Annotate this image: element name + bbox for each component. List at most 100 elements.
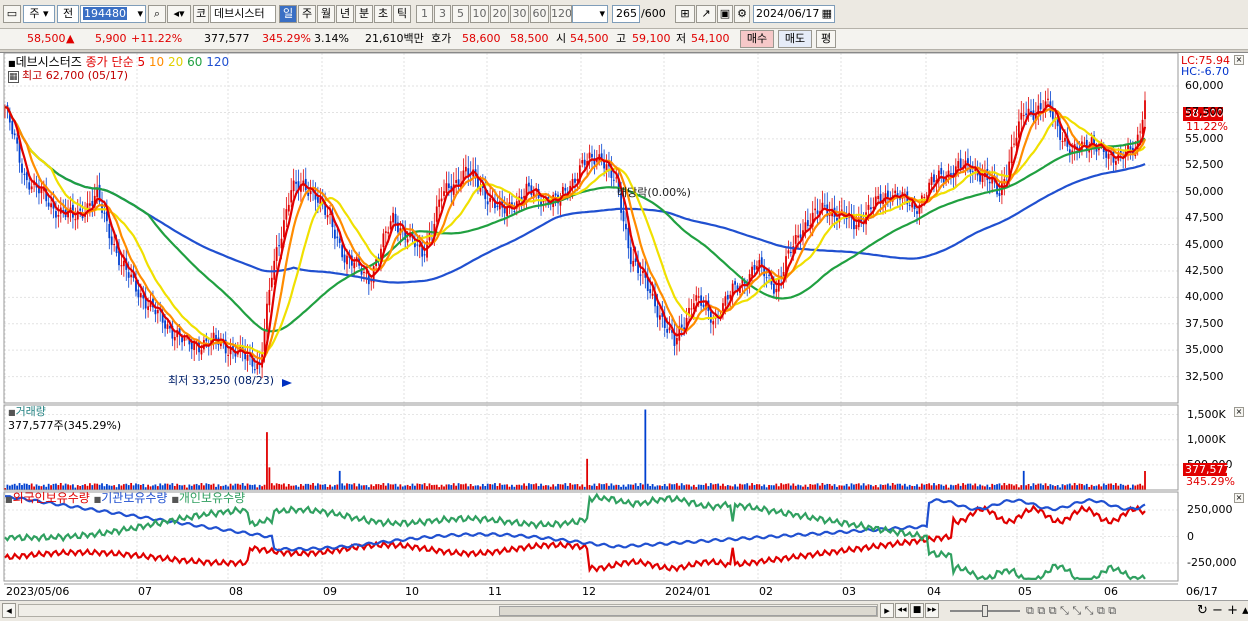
candle-body (916, 211, 918, 214)
volume-bar (840, 485, 843, 490)
interval-button[interactable]: 30 (510, 5, 529, 23)
bottom-toolbar: ◂ ▸ ◂◂ ■ ▸▸ ⧉ ⧉ ⧉ ⤡ ⤡ ⤡ ⧉ ⧉ ↻ − + ▴ (0, 600, 1248, 621)
candle-body (690, 308, 693, 310)
volume-bar (1098, 484, 1100, 490)
save-icon[interactable]: ▣ (717, 5, 733, 23)
interval-button[interactable]: 120 (550, 5, 572, 23)
gear-icon[interactable]: ⚙ (734, 5, 750, 23)
candle-body (528, 182, 530, 187)
volume-panel-close-icon[interactable]: × (1234, 407, 1244, 417)
volume-bar (477, 485, 479, 490)
period-button[interactable]: 분 (355, 5, 373, 23)
x-axis-label: 09 (323, 585, 337, 598)
candle-body (1064, 137, 1066, 142)
candle-body (137, 289, 140, 298)
volume-bar (734, 484, 736, 490)
volume-bar (797, 484, 800, 490)
code-prefix[interactable]: 코 (193, 5, 209, 23)
volume-bar (397, 486, 399, 490)
volume-bar (333, 485, 336, 490)
scrollbar-thumb[interactable] (499, 606, 877, 616)
layout-icon[interactable]: ▭ (3, 5, 21, 23)
stop-icon[interactable]: ■ (910, 603, 924, 618)
volume-bar (967, 483, 969, 490)
volume-bar (819, 485, 821, 490)
zoom-out-icon[interactable]: − (1212, 603, 1223, 618)
calendar-small-icon[interactable]: ▦ (8, 71, 19, 83)
legend-marker-icon: ■ (171, 495, 179, 504)
volume-bar (872, 486, 875, 490)
stock-name-field[interactable]: 데브시스터 (210, 5, 276, 23)
period-unit-select[interactable]: 주 ▾ (23, 5, 55, 23)
sell-button[interactable]: 매도 (778, 30, 812, 48)
volume-bar (246, 483, 249, 490)
candle-body (998, 193, 1001, 196)
volume-bar (440, 484, 443, 490)
candle-body (190, 341, 193, 350)
period-button[interactable]: 년 (336, 5, 354, 23)
scroll-right-icon[interactable]: ▸ (880, 603, 894, 618)
scroll-left-icon[interactable]: ◂ (2, 603, 16, 618)
horizontal-scrollbar[interactable] (18, 604, 878, 617)
pan-icon[interactable]: ▴ (1242, 603, 1248, 618)
prev-select[interactable]: 전 (57, 5, 79, 23)
volume-bar (792, 483, 795, 490)
volume-bar (617, 484, 620, 490)
candle-body (1022, 115, 1025, 117)
candle-body (268, 289, 271, 306)
candle-body (447, 183, 450, 189)
volume-bar (382, 483, 385, 490)
volume-bar (756, 484, 758, 490)
volume-bar (540, 483, 542, 490)
zoom-slider-thumb[interactable] (982, 605, 988, 617)
volume-bar (833, 484, 836, 490)
eval-button[interactable]: 평 (816, 30, 836, 48)
candle-body (760, 257, 763, 265)
period-button[interactable]: 틱 (393, 5, 411, 23)
panel-close-icon[interactable]: × (1234, 55, 1244, 65)
price-tick-label: 35,000 (1185, 343, 1224, 357)
candle-body (256, 363, 259, 370)
period-button[interactable]: 월 (317, 5, 335, 23)
chart-area[interactable]: ■데브시스터즈 종가 단순 5 10 20 60 120 ▦ 최고 62,700… (0, 52, 1248, 600)
volume-bar (962, 483, 964, 490)
interval-button[interactable]: 20 (490, 5, 509, 23)
candle-body (283, 220, 285, 238)
interval-button[interactable]: 5 (452, 5, 469, 23)
volume-bar (952, 485, 955, 490)
grid-icon[interactable]: ⊞ (675, 5, 695, 23)
tool-icons[interactable]: ⧉ ⧉ ⧉ ⤡ ⤡ ⤡ ⧉ ⧉ (1026, 603, 1116, 619)
calendar-icon[interactable]: ▦ (822, 6, 832, 22)
zoom-controls[interactable]: ↻ − + ▴ (1197, 603, 1248, 619)
volume-bar (406, 484, 409, 490)
forward-icon[interactable]: ▸▸ (925, 603, 939, 618)
period-button[interactable]: 일 (279, 5, 297, 23)
code-input[interactable]: 194480 ▾ (80, 5, 146, 23)
stock-chart-svg[interactable] (0, 52, 1248, 601)
count-input[interactable]: 265 (612, 5, 640, 23)
holdings-panel-close-icon[interactable]: × (1234, 493, 1244, 503)
zoom-slider[interactable] (950, 605, 1020, 617)
zoom-in-icon[interactable]: + (1227, 603, 1238, 618)
interval-custom-select[interactable]: ▾ (572, 5, 608, 23)
date-input[interactable]: 2024/06/17 ▦ (753, 5, 835, 23)
interval-button[interactable]: 10 (470, 5, 489, 23)
volume-bar (634, 483, 637, 490)
interval-button[interactable]: 1 (416, 5, 433, 23)
interval-button[interactable]: 60 (530, 5, 549, 23)
candle-body (338, 238, 341, 243)
draw-icon[interactable]: ↗ (696, 5, 716, 23)
speaker-icon[interactable]: ◂▾ (167, 5, 191, 23)
period-button[interactable]: 주 (298, 5, 316, 23)
buy-button[interactable]: 매수 (740, 30, 774, 48)
volume-bar (969, 483, 972, 490)
candle-body (797, 235, 800, 238)
quote-price: 58,500 (27, 32, 66, 45)
rewind-icon[interactable]: ◂◂ (895, 603, 909, 618)
candle-body (16, 137, 19, 144)
range-icon[interactable]: ↻ (1197, 603, 1208, 618)
period-button[interactable]: 초 (374, 5, 392, 23)
interval-button[interactable]: 3 (434, 5, 451, 23)
search-icon[interactable]: ⌕ (148, 5, 166, 23)
volume-bar (857, 483, 860, 490)
